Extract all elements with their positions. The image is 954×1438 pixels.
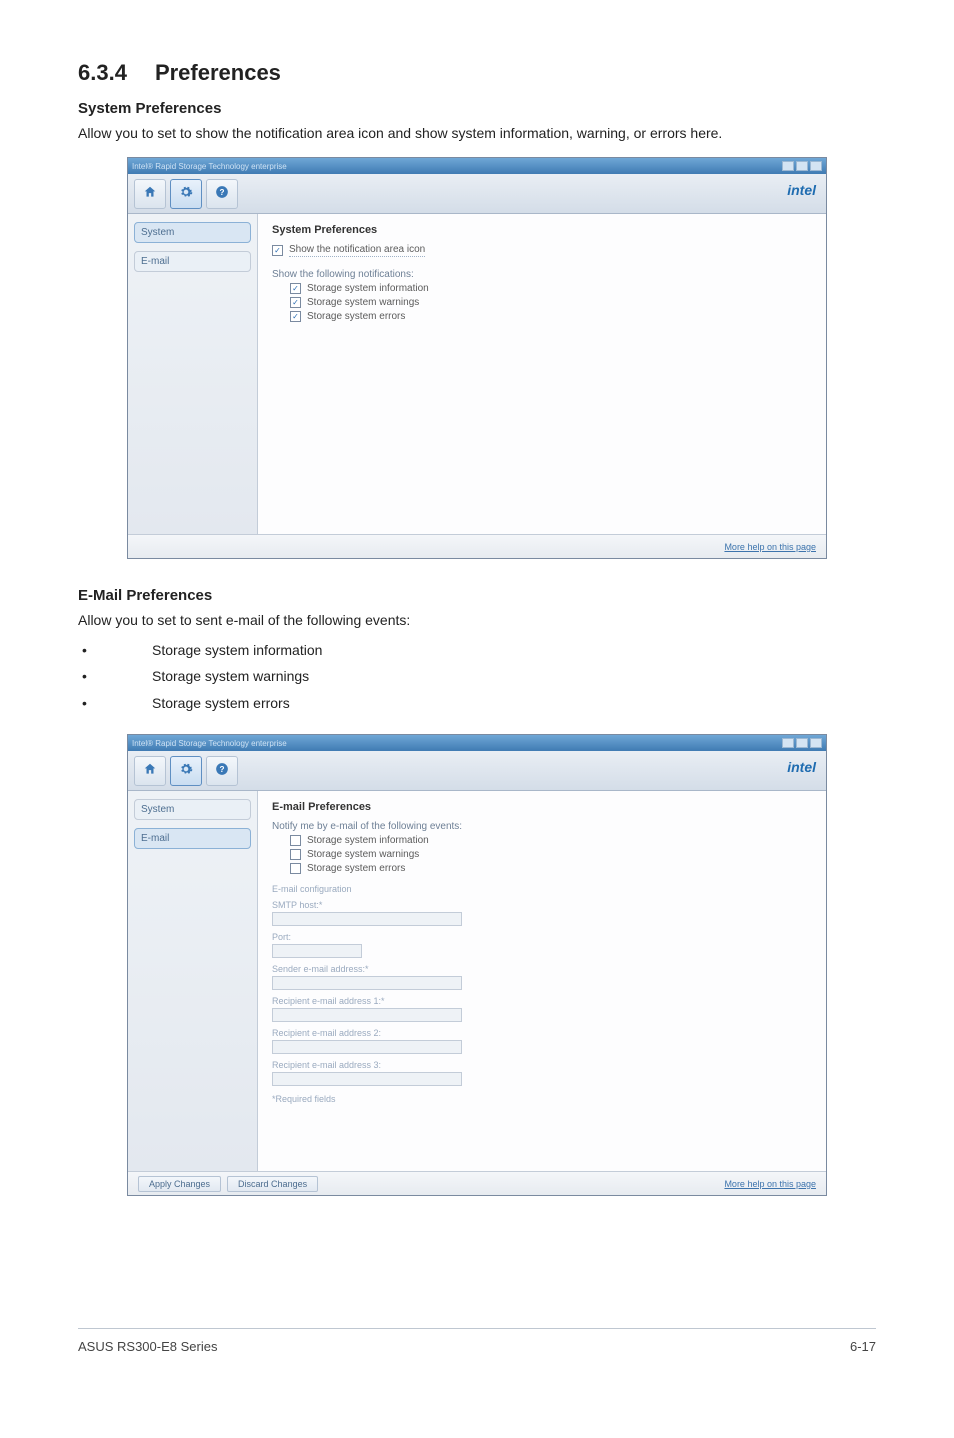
config-section-label: E-mail configuration <box>272 884 812 894</box>
section-heading: 6.3.4 Preferences <box>78 60 876 86</box>
sidebar-item-label: System <box>141 804 174 815</box>
home-button[interactable] <box>134 179 166 209</box>
checkbox-show-icon[interactable]: ✓ <box>272 245 283 256</box>
sidebar-item-email[interactable]: E-mail <box>134 251 251 272</box>
rec2-input[interactable] <box>272 1040 462 1054</box>
rec3-input[interactable] <box>272 1072 462 1086</box>
checkbox-label: Storage system information <box>307 283 429 294</box>
sidebar-item-label: E-mail <box>141 833 169 844</box>
smtp-label: SMTP host:* <box>272 900 812 910</box>
checkbox-err[interactable]: ✓ <box>290 311 301 322</box>
smtp-input[interactable] <box>272 912 462 926</box>
more-help-link[interactable]: More help on this page <box>724 1179 816 1189</box>
email-body: Allow you to set to sent e-mail of the f… <box>78 610 876 630</box>
sidebar: System E-mail <box>128 791 258 1171</box>
sidebar-item-label: System <box>141 227 174 238</box>
footer-left: ASUS RS300-E8 Series <box>78 1339 217 1354</box>
group-label: Show the following notifications: <box>272 269 414 280</box>
checkbox-info[interactable] <box>290 835 301 846</box>
window-title: Intel® Rapid Storage Technology enterpri… <box>132 162 287 171</box>
discard-button[interactable]: Discard Changes <box>227 1176 318 1192</box>
checkbox-label: Storage system warnings <box>307 297 419 308</box>
home-icon <box>143 762 157 779</box>
brand-logo: intel <box>787 182 816 198</box>
checkbox-warn[interactable]: ✓ <box>290 297 301 308</box>
window-title: Intel® Rapid Storage Technology enterpri… <box>132 739 287 748</box>
sender-input[interactable] <box>272 976 462 990</box>
rec3-label: Recipient e-mail address 3: <box>272 1060 812 1070</box>
section-number: 6.3.4 <box>78 60 127 86</box>
window-titlebar[interactable]: Intel® Rapid Storage Technology enterpri… <box>128 735 826 751</box>
notify-label: Notify me by e-mail of the following eve… <box>272 821 462 832</box>
page-footer: ASUS RS300-E8 Series 6-17 <box>78 1328 876 1354</box>
list-item: Storage system information <box>78 637 876 664</box>
window-controls[interactable] <box>782 738 822 748</box>
email-bullet-list: Storage system information Storage syste… <box>78 637 876 717</box>
checkbox-info[interactable]: ✓ <box>290 283 301 294</box>
sidebar-item-system[interactable]: System <box>134 222 251 243</box>
email-screenshot: Intel® Rapid Storage Technology enterpri… <box>127 734 827 1196</box>
sys-body: Allow you to set to show the notificatio… <box>78 123 876 143</box>
sidebar: System E-mail <box>128 214 258 534</box>
window-titlebar[interactable]: Intel® Rapid Storage Technology enterpri… <box>128 158 826 174</box>
checkbox-label: Show the notification area icon <box>289 244 425 257</box>
help-button[interactable]: ? <box>206 179 238 209</box>
port-input[interactable] <box>272 944 362 958</box>
sys-screenshot: Intel® Rapid Storage Technology enterpri… <box>127 157 827 559</box>
preferences-button[interactable] <box>170 179 202 209</box>
list-item: Storage system warnings <box>78 663 876 690</box>
gear-icon <box>179 762 193 779</box>
svg-text:?: ? <box>220 188 225 197</box>
preferences-button[interactable] <box>170 756 202 786</box>
toolbar: ? intel <box>128 174 826 214</box>
footer-right: 6-17 <box>850 1339 876 1354</box>
rec1-label: Recipient e-mail address 1:* <box>272 996 812 1006</box>
main-panel: System Preferences ✓ Show the notificati… <box>258 214 826 534</box>
list-item: Storage system errors <box>78 690 876 717</box>
checkbox-label: Storage system errors <box>307 311 405 322</box>
help-button[interactable]: ? <box>206 756 238 786</box>
main-panel: E-mail Preferences Notify me by e-mail o… <box>258 791 826 1171</box>
sidebar-item-system[interactable]: System <box>134 799 251 820</box>
panel-title: E-mail Preferences <box>272 801 812 813</box>
section-title: Preferences <box>155 60 281 85</box>
svg-text:?: ? <box>220 765 225 774</box>
required-note: *Required fields <box>272 1094 812 1104</box>
sidebar-item-email[interactable]: E-mail <box>134 828 251 849</box>
home-button[interactable] <box>134 756 166 786</box>
window-footer: More help on this page <box>128 534 826 558</box>
gear-icon <box>179 185 193 202</box>
checkbox-label: Storage system warnings <box>307 849 419 860</box>
toolbar: ? intel <box>128 751 826 791</box>
panel-title: System Preferences <box>272 224 812 236</box>
more-help-link[interactable]: More help on this page <box>724 542 816 552</box>
checkbox-label: Storage system errors <box>307 863 405 874</box>
help-icon: ? <box>215 185 229 202</box>
email-subhead: E-Mail Preferences <box>78 587 876 604</box>
checkbox-err[interactable] <box>290 863 301 874</box>
apply-button[interactable]: Apply Changes <box>138 1176 221 1192</box>
rec1-input[interactable] <box>272 1008 462 1022</box>
window-controls[interactable] <box>782 161 822 171</box>
rec2-label: Recipient e-mail address 2: <box>272 1028 812 1038</box>
sys-subhead: System Preferences <box>78 100 876 117</box>
port-label: Port: <box>272 932 812 942</box>
sidebar-item-label: E-mail <box>141 256 169 267</box>
checkbox-label: Storage system information <box>307 835 429 846</box>
brand-logo: intel <box>787 759 816 775</box>
checkbox-warn[interactable] <box>290 849 301 860</box>
window-footer: Apply Changes Discard Changes More help … <box>128 1171 826 1195</box>
sender-label: Sender e-mail address:* <box>272 964 812 974</box>
help-icon: ? <box>215 762 229 779</box>
home-icon <box>143 185 157 202</box>
